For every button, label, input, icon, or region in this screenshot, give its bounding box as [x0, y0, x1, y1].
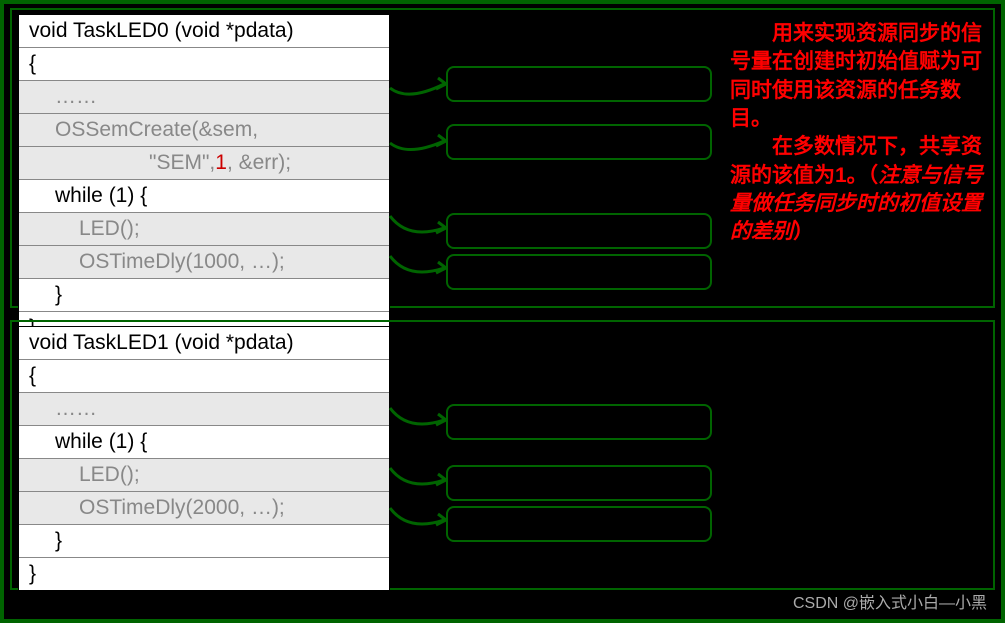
annotation-text: 用来实现资源同步的信号量在创建时初始值赋为可同时使用该资源的任务数目。 在多数情… — [730, 20, 990, 247]
code-line: void TaskLED0 (void *pdata) — [19, 15, 389, 48]
callout-box — [446, 213, 712, 249]
code-line: { — [19, 48, 389, 81]
annotation-p1: 用来实现资源同步的信号量在创建时初始值赋为可同时使用该资源的任务数目。 — [730, 22, 982, 130]
code-line: …… — [19, 393, 389, 426]
code-line: while (1) { — [19, 180, 389, 213]
code-line: "SEM", 1, &err); — [19, 147, 389, 180]
code-line: { — [19, 360, 389, 393]
callout-box — [446, 506, 712, 542]
code-line: OSTimeDly(1000, …); — [19, 246, 389, 279]
code-line: …… — [19, 81, 389, 114]
code-text: , &err); — [227, 151, 291, 175]
code-block-task1: void TaskLED1 (void *pdata) { …… while (… — [18, 326, 390, 591]
code-line: } — [19, 279, 389, 312]
code-line: OSSemCreate(&sem, — [19, 114, 389, 147]
code-block-task0: void TaskLED0 (void *pdata) { …… OSSemCr… — [18, 14, 390, 345]
annotation-p2c: ） — [793, 220, 814, 243]
callout-box — [446, 465, 712, 501]
code-line: } — [19, 558, 389, 590]
callout-box — [446, 124, 712, 160]
code-highlight-number: 1 — [215, 151, 227, 175]
code-text: "SEM", — [149, 151, 215, 175]
code-line: LED(); — [19, 459, 389, 492]
code-line: OSTimeDly(2000, …); — [19, 492, 389, 525]
code-line: LED(); — [19, 213, 389, 246]
code-line: } — [19, 525, 389, 558]
callout-box — [446, 404, 712, 440]
callout-box — [446, 254, 712, 290]
watermark: CSDN @嵌入式小白—小黑 — [793, 589, 987, 613]
callout-box — [446, 66, 712, 102]
code-line: while (1) { — [19, 426, 389, 459]
code-line: void TaskLED1 (void *pdata) — [19, 327, 389, 360]
